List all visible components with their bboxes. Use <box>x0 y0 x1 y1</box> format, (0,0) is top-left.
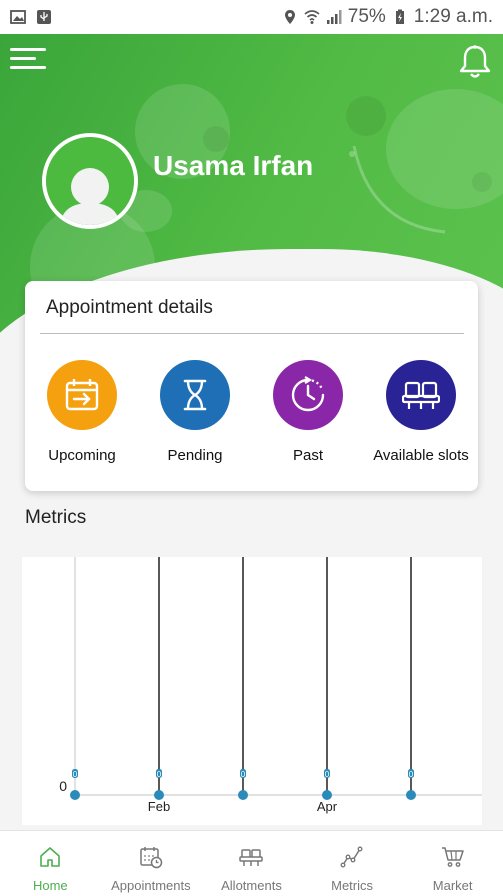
hamburger-icon <box>10 48 46 69</box>
calendar-arrow-icon <box>65 379 99 411</box>
data-point <box>70 790 80 800</box>
user-name: Usama Irfan <box>153 150 314 181</box>
data-label: 0 <box>157 770 162 779</box>
wifi-icon <box>304 10 320 24</box>
metrics-title: Metrics <box>25 507 87 528</box>
upcoming-icon-circle <box>47 360 117 430</box>
line-chart-icon <box>340 846 363 868</box>
pending-button[interactable]: Pending <box>140 360 250 470</box>
status-bar: 75% 1:29 a.m. <box>0 0 503 34</box>
menu-button[interactable] <box>10 48 46 70</box>
clock-history-icon <box>291 376 325 412</box>
nav-home-label: Home <box>32 878 68 893</box>
data-label: 0 <box>325 770 330 779</box>
calendar-clock-icon <box>140 847 163 869</box>
past-icon-circle <box>273 360 343 430</box>
data-label: 0 <box>409 770 414 779</box>
available-slots-label: Available slots <box>373 447 469 464</box>
x-tick-label: Feb <box>148 799 170 814</box>
hourglass-icon <box>183 379 207 411</box>
nav-market-label: Market <box>432 878 473 893</box>
clock: 1:29 a.m. <box>413 6 493 27</box>
notifications-button[interactable] <box>458 44 492 80</box>
past-label: Past <box>292 447 323 464</box>
bottom-navigation: Home Appointments Allotments Metrics Mar… <box>0 830 503 896</box>
nav-appointments-label: Appointments <box>111 878 191 893</box>
divider <box>40 333 464 334</box>
home-icon <box>40 847 61 867</box>
x-tick-label: Apr <box>317 799 338 814</box>
bell-icon <box>459 45 491 78</box>
decor-arc <box>349 145 446 234</box>
available-slots-button[interactable]: Available slots <box>366 360 476 470</box>
nav-market[interactable]: Market <box>402 831 503 896</box>
battery-charging-icon <box>395 9 404 24</box>
decor-bubble <box>346 96 386 136</box>
data-label: 0 <box>73 770 78 779</box>
upcoming-button[interactable]: Upcoming <box>27 360 137 470</box>
signal-icon <box>326 10 342 24</box>
nav-metrics-label: Metrics <box>331 878 374 893</box>
user-placeholder-icon <box>46 137 134 225</box>
appointment-details-card: Appointment details Upcoming Pending Pas… <box>25 281 478 491</box>
past-button[interactable]: Past <box>253 360 363 470</box>
nav-allotments[interactable]: Allotments <box>201 831 302 896</box>
image-notification-icon <box>10 10 26 24</box>
nav-home[interactable]: Home <box>0 831 101 896</box>
available-slots-icon-circle <box>386 360 456 430</box>
cart-icon <box>441 847 464 867</box>
y-tick-label: 0 <box>59 778 67 794</box>
location-icon <box>284 10 295 24</box>
data-point <box>406 790 416 800</box>
battery-percent: 75% <box>347 6 386 27</box>
nav-appointments[interactable]: Appointments <box>101 831 202 896</box>
seats-icon <box>239 849 264 866</box>
nav-metrics[interactable]: Metrics <box>302 831 403 896</box>
decor-bubble <box>203 126 229 152</box>
pending-label: Pending <box>167 447 223 464</box>
metrics-chart: 0 0 0 0 0 0 Feb Apr <box>22 557 482 825</box>
upcoming-label: Upcoming <box>48 447 116 464</box>
data-label: 0 <box>241 770 246 779</box>
nav-allotments-label: Allotments <box>221 878 282 893</box>
pending-icon-circle <box>160 360 230 430</box>
usb-icon <box>37 10 51 24</box>
seats-icon <box>402 381 440 409</box>
metrics-chart-svg: 00 0 0 0 0Feb Apr <box>59 557 482 814</box>
decor-bubble <box>472 172 492 192</box>
avatar[interactable] <box>42 133 138 229</box>
card-title: Appointment details <box>46 297 213 318</box>
data-point <box>238 790 248 800</box>
